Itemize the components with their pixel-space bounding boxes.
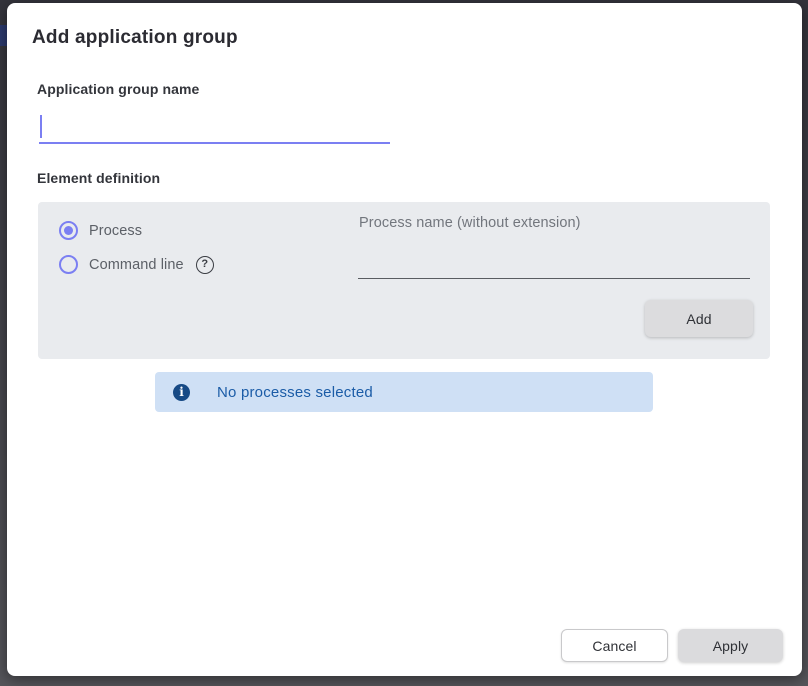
application-group-name-label: Application group name [37, 81, 199, 97]
background-app-accent [0, 25, 7, 46]
cancel-button[interactable]: Cancel [561, 629, 668, 662]
element-definition-panel: Process Command line ? Process name (wit… [38, 202, 770, 359]
radio-button-process-icon[interactable] [59, 221, 78, 240]
radio-process-label: Process [89, 223, 142, 239]
text-cursor [40, 115, 42, 138]
info-icon: i [173, 384, 190, 401]
info-banner-text: No processes selected [217, 384, 373, 401]
radio-option-command-line[interactable]: Command line ? [59, 255, 214, 274]
radio-option-process[interactable]: Process [59, 221, 142, 240]
radio-command-line-label: Command line [89, 257, 184, 273]
add-application-group-dialog: Add application group Application group … [7, 3, 802, 676]
help-icon[interactable]: ? [196, 256, 214, 274]
radio-selected-dot [64, 226, 73, 235]
process-name-label: Process name (without extension) [359, 215, 581, 231]
info-banner: i No processes selected [155, 372, 653, 412]
apply-button[interactable]: Apply [678, 629, 783, 662]
add-button[interactable]: Add [645, 300, 753, 337]
process-name-input[interactable] [358, 247, 750, 279]
dialog-title: Add application group [32, 27, 238, 49]
radio-unselected-dot [64, 260, 73, 269]
element-definition-label: Element definition [37, 170, 160, 186]
application-group-name-input[interactable] [39, 108, 390, 144]
radio-button-command-line-icon[interactable] [59, 255, 78, 274]
